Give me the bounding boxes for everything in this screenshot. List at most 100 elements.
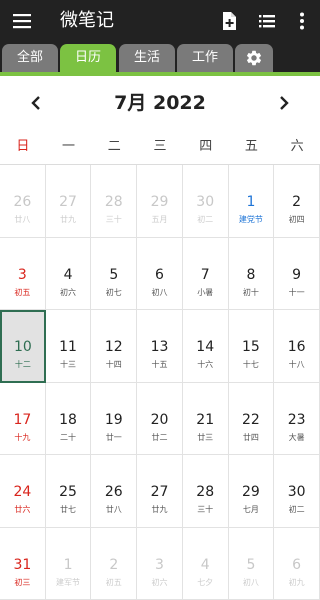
lunar-date: 七月 [242,505,259,514]
calendar-day[interactable]: 7 小暑 [182,237,229,310]
tab-calendar[interactable]: 日历 [60,44,116,72]
calendar-day[interactable]: 1 建军节 [45,527,92,600]
day-number: 7 [200,266,210,283]
calendar-day[interactable]: 4 初六 [45,237,92,310]
lunar-date: 十三 [60,360,77,369]
calendar-day[interactable]: 18 二十 [45,382,92,455]
day-number: 31 [13,556,32,573]
calendar-day-selected[interactable]: 10 十二 [0,310,46,383]
calendar-day[interactable]: 30 初二 [274,455,320,528]
calendar-day[interactable]: 28 三十 [182,455,229,528]
day-number: 1 [63,556,73,573]
day-number: 26 [13,194,32,210]
tab-settings[interactable] [235,44,273,72]
list-view-icon[interactable] [257,11,277,31]
weekday-label: 四 [199,139,213,154]
calendar-day[interactable]: 9 十一 [274,237,320,310]
calendar-day[interactable]: 24 廿六 [0,455,46,528]
calendar-day[interactable]: 6 初八 [137,237,183,310]
lunar-date: 廿八 [105,505,122,514]
day-number: 18 [59,411,77,428]
calendar-day[interactable]: 29 五月 [137,165,183,238]
lunar-date: 廿三 [197,432,214,442]
calendar-day[interactable]: 17 十九 [0,382,46,455]
lunar-date: 五月 [151,215,168,224]
calendar-day[interactable]: 2 初四 [274,165,320,238]
day-number: 26 [104,484,123,500]
lunar-date: 初五 [105,577,122,587]
calendar-day[interactable]: 3 初五 [0,237,46,310]
day-number: 28 [196,484,215,500]
calendar-day[interactable]: 27 廿九 [45,165,92,238]
tab-work[interactable]: 工作 [177,44,233,72]
chevron-right-icon[interactable] [274,93,294,113]
day-number: 30 [287,484,306,500]
calendar-day[interactable]: 12 十四 [91,310,138,383]
gear-icon [246,50,262,66]
day-number: 14 [196,339,215,355]
lunar-date: 初十 [242,287,259,297]
calendar-day[interactable]: 20 廿二 [137,382,183,455]
calendar-day[interactable]: 6 初九 [274,527,320,600]
day-number: 23 [287,411,306,428]
calendar-day[interactable]: 26 廿八 [0,165,46,238]
calendar-day[interactable]: 22 廿四 [228,382,275,455]
lunar-date: 初八 [242,577,259,587]
calendar-day[interactable]: 2 初五 [91,527,138,600]
day-number: 2 [109,556,119,573]
calendar-day[interactable]: 19 廿一 [91,382,138,455]
calendar-day[interactable]: 26 廿八 [91,455,138,528]
lunar-date: 十五 [151,360,168,369]
calendar-day[interactable]: 14 十六 [182,310,229,383]
day-number: 29 [150,194,169,210]
hamburger-menu-icon[interactable] [13,12,31,30]
calendar-day[interactable]: 3 初六 [137,527,183,600]
weekday-label: 五 [244,139,258,154]
calendar-day[interactable]: 27 廿九 [137,455,183,528]
day-number: 10 [13,339,32,355]
lunar-date: 廿九 [60,215,77,224]
lunar-date: 十二 [14,360,31,369]
calendar-day[interactable]: 31 初三 [0,527,46,600]
calendar-day[interactable]: 1 建党节 [228,165,275,238]
day-number: 22 [242,411,260,428]
calendar-day[interactable]: 25 廿七 [45,455,92,528]
calendar-day[interactable]: 16 十八 [274,310,320,383]
calendar-day[interactable]: 15 十七 [228,310,275,383]
calendar-day[interactable]: 21 廿三 [182,382,229,455]
tab-life[interactable]: 生活 [119,44,175,72]
app-title: 微笔记 [60,10,114,31]
calendar-day[interactable]: 8 初十 [228,237,275,310]
day-number: 24 [13,484,32,500]
calendar-day[interactable]: 11 十三 [45,310,92,383]
calendar-day[interactable]: 5 初八 [228,527,275,600]
calendar-day[interactable]: 13 十五 [137,310,183,383]
calendar-day[interactable]: 29 七月 [228,455,275,528]
lunar-date: 初四 [288,215,305,224]
lunar-date: 十六 [197,360,214,369]
lunar-date: 廿九 [151,505,168,514]
more-vert-icon[interactable] [292,11,312,31]
day-number: 1 [246,194,256,210]
day-number: 12 [104,339,123,355]
day-number: 28 [104,194,123,210]
calendar-day[interactable]: 28 三十 [91,165,138,238]
tab-all[interactable]: 全部 [2,44,58,72]
lunar-date: 初八 [151,287,168,297]
lunar-date: 十八 [288,360,305,369]
day-number: 3 [17,266,27,283]
weekday-label: 六 [290,139,304,154]
lunar-date: 三十 [105,215,122,224]
lunar-date: 初六 [151,577,168,587]
day-number: 29 [242,484,260,500]
day-number: 4 [63,266,73,283]
calendar-day[interactable]: 30 初二 [182,165,229,238]
lunar-date: 初五 [14,287,31,297]
calendar-day[interactable]: 4 七夕 [182,527,229,600]
day-number: 21 [196,411,215,428]
day-number: 11 [59,339,77,355]
lunar-date: 初六 [60,287,77,297]
calendar-day[interactable]: 5 初七 [91,237,138,310]
calendar-day[interactable]: 23 大暑 [274,382,320,455]
add-note-icon[interactable] [219,11,239,31]
